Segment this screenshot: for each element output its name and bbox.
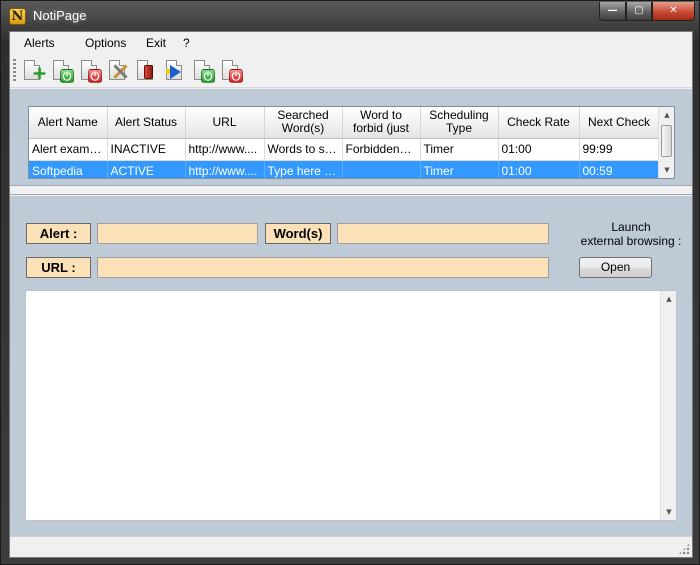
cell-next-check[interactable]: 99:99	[579, 138, 660, 161]
client-area: Alerts Options Exit ? + ⏻ ⏻ ⏻ ⏻ Alert Na…	[9, 31, 693, 558]
edit-alert-button[interactable]	[107, 59, 131, 83]
activate-all-button[interactable]: ⏻	[192, 59, 216, 83]
trash-can-icon	[144, 65, 153, 79]
status-bar	[10, 536, 692, 557]
window-title: NotiPage	[33, 8, 87, 23]
col-scheduling-type[interactable]: Scheduling Type	[420, 107, 499, 139]
table-row[interactable]: Alert example INACTIVE http://www.... Wo…	[29, 138, 660, 161]
deactivate-all-button[interactable]: ⏻	[220, 59, 244, 83]
maximize-button[interactable]: ▢	[626, 2, 652, 21]
alert-detail-panel: Alert : Word(s) URL : Launch external br…	[10, 196, 692, 536]
caption-buttons: — ▢ ✕	[599, 2, 695, 21]
cell-searched-words[interactable]: Type here th...	[264, 160, 343, 178]
menu-exit[interactable]: Exit	[146, 36, 166, 50]
cell-alert-name[interactable]: Softpedia	[29, 160, 108, 178]
minimize-button[interactable]: —	[599, 2, 626, 21]
col-url[interactable]: URL	[185, 107, 265, 139]
menu-bar: Alerts Options Exit ?	[10, 32, 692, 54]
power-red-icon: ⏻	[88, 69, 102, 83]
cell-scheduling-type[interactable]: Timer	[420, 160, 499, 178]
cell-word-to-forbid[interactable]	[342, 160, 421, 178]
resize-grip-icon[interactable]	[678, 543, 690, 555]
launch-label-line2: external browsing :	[580, 234, 682, 248]
panel-splitter[interactable]	[10, 187, 692, 195]
scroll-up-icon[interactable]: ▲	[659, 107, 674, 123]
col-check-rate[interactable]: Check Rate	[498, 107, 580, 139]
menu-help[interactable]: ?	[183, 36, 190, 50]
alert-name-field[interactable]	[97, 223, 258, 244]
power-green-icon: ⏻	[60, 69, 74, 83]
menu-alerts[interactable]: Alerts	[24, 36, 55, 50]
alert-label: Alert :	[26, 223, 91, 244]
title-bar[interactable]: N NotiPage — ▢ ✕	[1, 1, 700, 31]
header-row: Alert Name Alert Status URL Searched Wor…	[29, 107, 660, 139]
grid-vertical-scrollbar[interactable]: ▲ ▼	[658, 107, 674, 178]
cell-url[interactable]: http://www....	[185, 138, 265, 161]
app-window: N NotiPage — ▢ ✕ Alerts Options Exit ? +…	[0, 0, 700, 565]
scroll-down-icon[interactable]: ▼	[661, 504, 677, 520]
url-field[interactable]	[97, 257, 549, 278]
plus-icon: +	[32, 63, 48, 84]
col-alert-status[interactable]: Alert Status	[107, 107, 186, 139]
content-vertical-scrollbar[interactable]: ▲ ▼	[660, 291, 676, 520]
cell-scheduling-type[interactable]: Timer	[420, 138, 499, 161]
col-next-check[interactable]: Next Check	[579, 107, 660, 139]
cell-alert-status[interactable]: INACTIVE	[107, 138, 186, 161]
cell-check-rate[interactable]: 01:00	[498, 160, 580, 178]
cell-url[interactable]: http://www....	[185, 160, 265, 178]
scroll-down-icon[interactable]: ▼	[659, 162, 674, 178]
cell-check-rate[interactable]: 01:00	[498, 138, 580, 161]
activate-alert-button[interactable]: ⏻	[51, 59, 75, 83]
app-icon[interactable]: N	[9, 8, 26, 25]
cell-word-to-forbid[interactable]: ForbiddenW...	[342, 138, 421, 161]
col-alert-name[interactable]: Alert Name	[29, 107, 108, 139]
alerts-grid[interactable]: Alert Name Alert Status URL Searched Wor…	[28, 106, 675, 179]
url-label: URL :	[26, 257, 91, 278]
toolbar: + ⏻ ⏻ ⏻ ⏻	[10, 54, 692, 88]
power-red-icon: ⏻	[229, 69, 243, 83]
delete-alert-button[interactable]	[135, 59, 159, 83]
col-word-to-forbid[interactable]: Word to forbid (just	[342, 107, 421, 139]
menu-options[interactable]: Options	[85, 36, 126, 50]
close-button[interactable]: ✕	[652, 2, 695, 21]
cell-searched-words[interactable]: Words to se...	[264, 138, 343, 161]
alerts-table: Alert Name Alert Status URL Searched Wor…	[29, 107, 660, 178]
launch-browsing-label: Launch external browsing :	[566, 220, 696, 248]
table-row[interactable]: Softpedia ACTIVE http://www.... Type her…	[29, 160, 660, 178]
words-field[interactable]	[337, 223, 549, 244]
words-label: Word(s)	[265, 223, 331, 244]
deactivate-alert-button[interactable]: ⏻	[79, 59, 103, 83]
toolbar-grip-icon[interactable]	[13, 59, 16, 83]
power-green-icon: ⏻	[201, 69, 215, 83]
launch-label-line1: Launch	[611, 220, 651, 234]
scroll-thumb[interactable]	[661, 125, 672, 157]
page-content-area[interactable]: ▲ ▼	[25, 290, 677, 521]
scroll-up-icon[interactable]: ▲	[661, 291, 677, 307]
check-alert-button[interactable]	[164, 59, 188, 83]
tools-icon	[112, 63, 128, 79]
cell-alert-status[interactable]: ACTIVE	[107, 160, 186, 178]
alerts-panel: Alert Name Alert Status URL Searched Wor…	[10, 89, 692, 186]
col-searched-words[interactable]: Searched Word(s)	[264, 107, 343, 139]
new-alert-button[interactable]: +	[22, 59, 48, 84]
arrow-right-icon	[170, 65, 181, 79]
cell-next-check[interactable]: 00:59	[579, 160, 660, 178]
cell-alert-name[interactable]: Alert example	[29, 138, 108, 161]
open-button[interactable]: Open	[579, 257, 652, 278]
